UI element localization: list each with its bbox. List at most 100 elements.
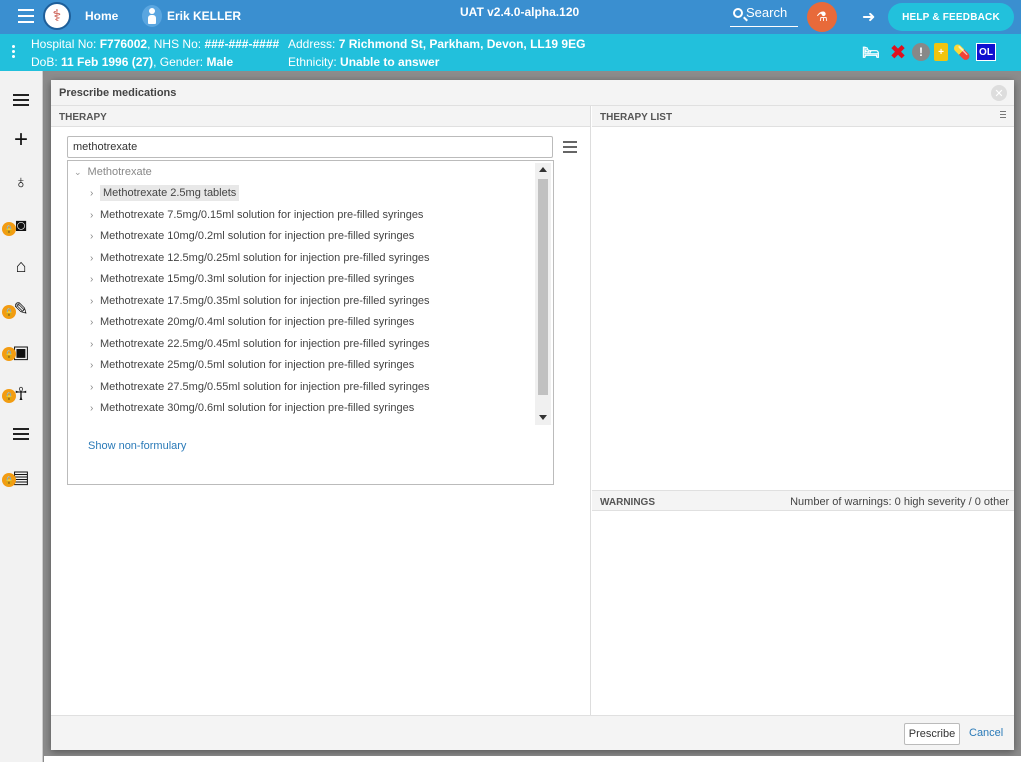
ethnicity-label: Ethnicity: <box>288 55 341 69</box>
medication-item-label: Methotrexate 22.5mg/0.45ml solution for … <box>100 337 430 350</box>
group-label: Methotrexate <box>87 166 152 178</box>
dialog-title: Prescribe medications <box>59 87 177 99</box>
list-view-icon[interactable] <box>563 141 577 156</box>
alert-x-icon[interactable]: ✖ <box>888 42 908 64</box>
medication-item-label: Methotrexate 10mg/0.2ml solution for inj… <box>100 230 415 242</box>
chevron-right-icon: › <box>90 295 94 307</box>
medication-item[interactable]: › Methotrexate 7.5mg/0.15ml solution for … <box>87 205 426 225</box>
ol-badge[interactable]: OL <box>976 43 996 61</box>
app-logo[interactable]: ⚕ <box>43 2 71 30</box>
home-link[interactable]: Home <box>85 9 118 23</box>
bed-icon[interactable]: 🛏 <box>858 42 884 62</box>
lock-icon: 🔒 <box>2 347 16 361</box>
lock-icon: 🔒 <box>2 389 16 403</box>
warnings-header-label: WARNINGS <box>600 497 655 508</box>
search-icon <box>733 8 743 18</box>
medication-item[interactable]: › Methotrexate 17.5mg/0.35ml solution for… <box>87 291 433 311</box>
medication-item-label: Methotrexate 17.5mg/0.35ml solution for … <box>100 294 430 307</box>
chevron-right-icon: › <box>90 403 94 414</box>
dob-value: 11 Feb 1996 (27) <box>61 55 154 69</box>
medication-item[interactable]: › Methotrexate 15mg/0.3ml solution for in… <box>87 269 417 289</box>
medication-item-label: Methotrexate 20mg/0.4ml solution for inj… <box>100 316 415 328</box>
medication-search-input[interactable] <box>67 136 553 158</box>
close-icon[interactable]: ✕ <box>991 85 1007 101</box>
scroll-down-icon[interactable] <box>539 415 547 420</box>
medication-item-label: Methotrexate 27.5mg/0.55ml solution for … <box>100 380 430 393</box>
right-pane: THERAPY LIST WARNINGS Number of warnings… <box>592 106 1014 715</box>
medication-item[interactable]: › Methotrexate 10mg/0.2ml solution for in… <box>87 226 417 246</box>
medication-item-label: Methotrexate 2.5mg tablets <box>100 185 240 201</box>
medication-item-label: Methotrexate 12.5mg/0.25ml solution for … <box>100 251 430 264</box>
chevron-right-icon: › <box>90 360 94 371</box>
medication-item[interactable]: › Methotrexate 27.5mg/0.55ml solution for… <box>87 377 433 397</box>
house-medical-icon[interactable]: ⌂ <box>8 253 34 279</box>
warnings-header: WARNINGS Number of warnings: 0 high seve… <box>592 490 1014 511</box>
chevron-right-icon: › <box>90 338 94 350</box>
gender-value: Male <box>206 55 234 69</box>
medication-item-label: Methotrexate 7.5mg/0.15ml solution for i… <box>100 208 424 221</box>
medication-item[interactable]: › Methotrexate 20mg/0.4ml solution for in… <box>87 312 417 332</box>
dialog-footer: Prescribe Cancel <box>51 715 1014 750</box>
list-icon[interactable] <box>8 87 34 113</box>
clipboard-icon[interactable]: + <box>934 43 948 61</box>
help-feedback-button[interactable]: HELP & FEEDBACK <box>888 3 1014 31</box>
hospital-no: F776002 <box>99 37 148 51</box>
user-icon <box>142 5 162 27</box>
therapy-list-menu-icon[interactable] <box>1000 111 1006 120</box>
chevron-down-icon: ⌄ <box>74 167 82 177</box>
show-non-formulary-link[interactable]: Show non-formulary <box>88 440 186 452</box>
hamburger-menu-icon[interactable] <box>18 9 34 23</box>
scroll-thumb[interactable] <box>538 179 548 395</box>
user-name[interactable]: Erik KELLER <box>167 9 241 23</box>
medication-item-label: Methotrexate 30mg/0.6ml solution for inj… <box>100 402 415 414</box>
dob-label: DoB: <box>31 55 62 69</box>
more-options-icon[interactable] <box>12 45 16 60</box>
lock-icon: 🔒 <box>2 222 16 236</box>
address-label: Address: <box>288 37 339 51</box>
left-sidebar: + ♁ ◙ 🔒 ⌂ ✎ 🔒 ▣ 🔒 ☥ 🔒 ▤ 🔒 <box>0 71 43 762</box>
avatar[interactable]: ⚗ <box>807 2 837 32</box>
prescribe-medications-dialog: Prescribe medications ✕ THERAPY ⌄ Methotr… <box>51 80 1014 750</box>
medication-item-label: Methotrexate 15mg/0.3ml solution for inj… <box>100 273 415 285</box>
group-methotrexate[interactable]: ⌄ Methotrexate <box>74 166 152 178</box>
cancel-button[interactable]: Cancel <box>969 727 1003 739</box>
dropdown-scrollbar[interactable] <box>535 163 551 425</box>
medication-item[interactable]: › Methotrexate 22.5mg/0.45ml solution for… <box>87 334 433 354</box>
logout-icon[interactable]: ➜ <box>862 7 875 27</box>
top-bar: ⚕ Home Erik KELLER UAT v2.4.0-alpha.120 … <box>0 0 1021 34</box>
medication-item[interactable]: › Methotrexate 25mg/0.5ml solution for in… <box>87 355 417 375</box>
gender-label: , Gender: <box>153 55 207 69</box>
patient-address: Address: 7 Richmond St, Parkham, Devon, … <box>288 37 585 51</box>
therapy-pane: THERAPY ⌄ Methotrexate › Methotrexate 2.5m… <box>51 106 591 715</box>
therapy-header-label: THERAPY <box>59 112 107 123</box>
hospital-no-label: Hospital No: <box>31 37 100 51</box>
plus-icon[interactable]: + <box>8 126 34 153</box>
stethoscope-icon[interactable]: ♁ <box>8 169 34 195</box>
pill-icon[interactable]: 💊 <box>952 42 972 62</box>
medication-item[interactable]: › Methotrexate 30mg/0.6ml solution for in… <box>87 398 417 418</box>
search-button[interactable]: Search <box>730 5 798 27</box>
medication-dropdown: ⌄ Methotrexate › Methotrexate 2.5mg tablet… <box>67 160 554 485</box>
scroll-up-icon[interactable] <box>539 167 547 172</box>
lock-icon: 🔒 <box>2 473 16 487</box>
ethnicity-value: Unable to answer <box>340 55 440 69</box>
search-label: Search <box>746 5 788 20</box>
nhs-no-label: , NHS No: <box>147 37 205 51</box>
chevron-right-icon: › <box>90 274 94 285</box>
therapy-list-header-label: THERAPY LIST <box>600 112 673 123</box>
checklist-icon[interactable] <box>8 421 34 447</box>
therapy-list-header: THERAPY LIST <box>592 106 1014 127</box>
chevron-right-icon: › <box>90 317 94 328</box>
medication-item[interactable]: › Methotrexate 12.5mg/0.25ml solution for… <box>87 248 433 268</box>
patient-ids: Hospital No: F776002, NHS No: ###-###-##… <box>31 37 279 51</box>
medication-item-label: Methotrexate 25mg/0.5ml solution for inj… <box>100 359 415 371</box>
dialog-header: Prescribe medications ✕ <box>51 80 1014 106</box>
chevron-right-icon: › <box>90 231 94 242</box>
medication-item[interactable]: › Methotrexate 2.5mg tablets <box>87 183 242 203</box>
prescribe-button[interactable]: Prescribe <box>904 723 960 745</box>
therapy-header: THERAPY <box>51 106 590 127</box>
exclamation-icon[interactable]: ! <box>912 43 930 61</box>
patient-demographics: DoB: 11 Feb 1996 (27), Gender: Male <box>31 55 233 69</box>
version-label: UAT v2.4.0-alpha.120 <box>460 5 580 19</box>
chevron-right-icon: › <box>90 188 94 199</box>
